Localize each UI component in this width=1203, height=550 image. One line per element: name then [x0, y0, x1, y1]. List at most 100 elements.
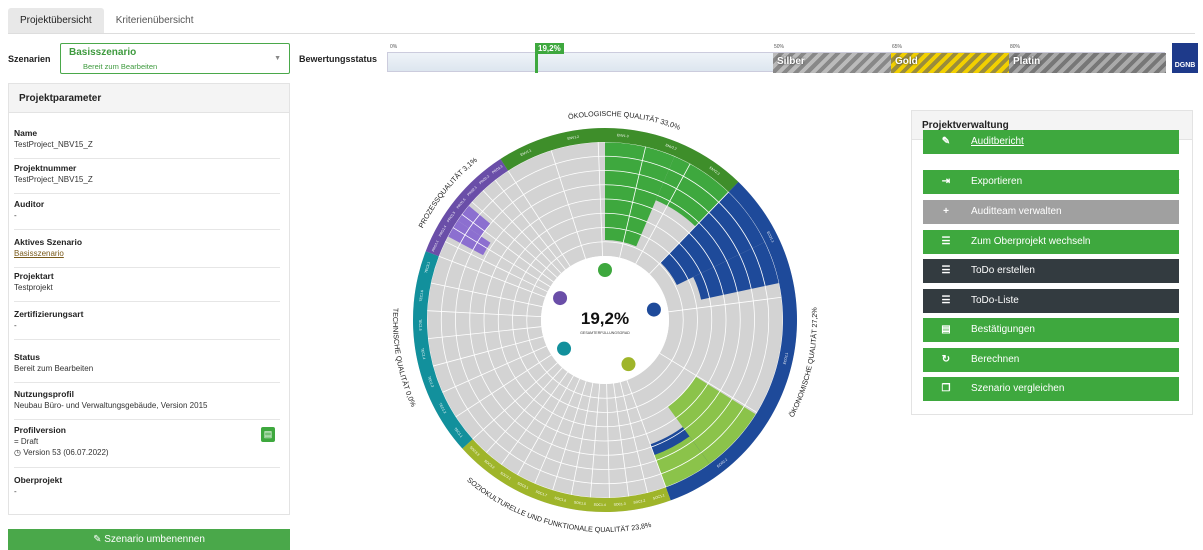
best-tigungen-button[interactable]: ▤ Bestätigungen — [923, 318, 1179, 342]
refresh-icon: ↻ — [941, 354, 951, 365]
param-value[interactable]: Basisszenario — [14, 249, 280, 258]
quality-wheel: ENV1.1ENV1.2 ENV1.3ENV2.2ENV2.3ÖKOLOGISCH… — [391, 109, 819, 534]
button-label: Exportieren — [971, 176, 1023, 187]
draft-label: Draft — [20, 437, 39, 446]
export-icon: ⇥ — [941, 176, 951, 187]
param-key: Name — [14, 128, 38, 138]
button-label: Auditteam verwalten — [971, 206, 1062, 217]
berechnen-button[interactable]: ↻ Berechnen — [923, 348, 1179, 372]
param-value: TestProject_NBV15_Z — [14, 175, 93, 184]
report-icon: ✎ — [941, 136, 951, 147]
param-value: - — [14, 487, 17, 496]
tick-label: 0% — [390, 44, 398, 50]
clock-icon: ◷ — [14, 448, 24, 457]
auditteam-verwalten-button[interactable]: + Auditteam verwalten — [923, 200, 1179, 224]
bewertungsstatus-label: Bewertungsstatus — [299, 54, 378, 64]
param-row: Zertifizierungsart - — [14, 309, 280, 330]
divider — [14, 193, 280, 194]
calendar-icon[interactable]: ▤ — [261, 427, 275, 442]
tab-projektuebersicht[interactable]: Projektübersicht — [8, 8, 104, 33]
param-value: - — [14, 211, 17, 220]
param-key: Profilversion — [14, 425, 66, 435]
param-value: - — [14, 321, 17, 330]
divider — [14, 158, 280, 159]
tick-label: 50% — [774, 44, 785, 50]
euro-icon — [646, 302, 661, 317]
param-row: Auditor - — [14, 199, 280, 220]
document-icon: ▤ — [941, 324, 951, 335]
divider — [14, 467, 280, 468]
divider — [14, 301, 280, 302]
list-icon: ☰ — [941, 265, 951, 276]
people-icon — [621, 357, 636, 372]
tick-label: 65% — [892, 44, 903, 50]
divider — [14, 382, 280, 383]
bewertungsstatus-bar: Silber Gold Platin — [387, 52, 1166, 73]
todo-erstellen-button[interactable]: ☰ ToDo erstellen — [923, 259, 1179, 283]
profil-version: ◷ Version 53 (06.07.2022) — [14, 448, 280, 457]
param-key: Nutzungsprofil — [14, 389, 74, 399]
tab-kriterienuebersicht[interactable]: Kriterienübersicht — [104, 8, 206, 33]
param-row-profilversion: Profilversion = Draft ◷ Version 53 (06.07.… — [14, 425, 280, 457]
criterion-label[interactable]: SOC1.4 — [594, 503, 606, 507]
list-icon: ☰ — [941, 236, 951, 247]
param-row: Projektart Testprojekt — [14, 271, 280, 292]
edit-icon: ✎ — [93, 534, 105, 545]
list-icon: ☰ — [941, 295, 951, 306]
param-row: Status Bereit zum Bearbeiten — [14, 352, 280, 373]
button-label: Bestätigungen — [971, 324, 1035, 335]
divider — [14, 229, 280, 230]
todo-liste-button[interactable]: ☰ ToDo-Liste — [923, 289, 1179, 313]
level-gold: Gold — [891, 53, 1009, 73]
progress-value: 19,2% — [535, 43, 564, 54]
user-plus-icon: + — [943, 206, 949, 217]
param-key: Status — [14, 352, 40, 362]
button-label: Auditbericht — [971, 136, 1024, 147]
section-title: ÖKOLOGISCHE QUALITÄT 33,0% — [567, 109, 682, 132]
tick-label: 80% — [1010, 44, 1021, 50]
param-value: Bereit zum Bearbeiten — [14, 364, 94, 373]
param-value: Neubau Büro- und Verwaltungsgebäude, Ver… — [14, 401, 208, 410]
dgnb-logo: DGNB — [1172, 43, 1198, 73]
level-platin: Platin — [1009, 53, 1166, 73]
exportieren-button[interactable]: ⇥ Exportieren — [923, 170, 1179, 194]
param-row: Projektnummer TestProject_NBV15_Z — [14, 163, 280, 184]
level-silber: Silber — [773, 53, 891, 73]
button-label: Szenario vergleichen — [971, 383, 1065, 394]
center-label: GESAMTERFÜLLUNGSGRAD — [580, 331, 630, 335]
scenario-status: Bereit zum Bearbeiten — [83, 62, 158, 71]
equals-icon: = — [14, 437, 21, 446]
param-key: Aktives Szenario — [14, 237, 83, 247]
button-label: ToDo erstellen — [971, 265, 1035, 276]
rename-scenario-button[interactable]: ✎ Szenario umbenennen — [8, 529, 290, 550]
zum-oberprojekt-wechseln-button[interactable]: ☰ Zum Oberprojekt wechseln — [923, 230, 1179, 254]
main-tabs: Projektübersicht Kriterienübersicht — [8, 8, 206, 33]
version-label: Version 53 (06.07.2022) — [23, 448, 109, 457]
gear-icon — [557, 341, 572, 356]
scenario-name: Basisszenario — [69, 47, 137, 58]
param-key: Projektnummer — [14, 163, 77, 173]
projektparameter-title: Projektparameter — [9, 84, 289, 113]
param-row: Name TestProject_NBV15_Z — [14, 128, 280, 149]
scenario-select[interactable]: Basisszenario Bereit zum Bearbeiten ▼ — [60, 43, 290, 74]
param-key: Projektart — [14, 271, 54, 281]
divider — [14, 339, 280, 340]
center-value: 19,2% — [581, 309, 629, 328]
scenario-label: Szenarien — [8, 54, 51, 64]
button-label: Zum Oberprojekt wechseln — [971, 236, 1091, 247]
criterion-label[interactable]: TEC1.5 — [418, 319, 422, 331]
button-label: ToDo-Liste — [971, 295, 1019, 306]
param-row: Aktives Szenario Basisszenario — [14, 237, 280, 258]
param-value: Testprojekt — [14, 283, 53, 292]
szenario-vergleichen-button[interactable]: ❐ Szenario vergleichen — [923, 377, 1179, 401]
param-row: Nutzungsprofil Neubau Büro- und Verwaltun… — [14, 389, 280, 410]
divider — [14, 419, 280, 420]
process-icon — [553, 291, 568, 306]
button-label: Berechnen — [971, 354, 1020, 365]
param-row-oberprojekt: Oberprojekt - — [14, 475, 280, 496]
auditbericht-button[interactable]: ✎ Auditbericht — [923, 130, 1179, 154]
chevron-down-icon: ▼ — [274, 55, 281, 62]
rename-label: Szenario umbenennen — [104, 534, 205, 545]
copy-icon: ❐ — [941, 383, 951, 394]
tab-divider — [8, 33, 1195, 34]
